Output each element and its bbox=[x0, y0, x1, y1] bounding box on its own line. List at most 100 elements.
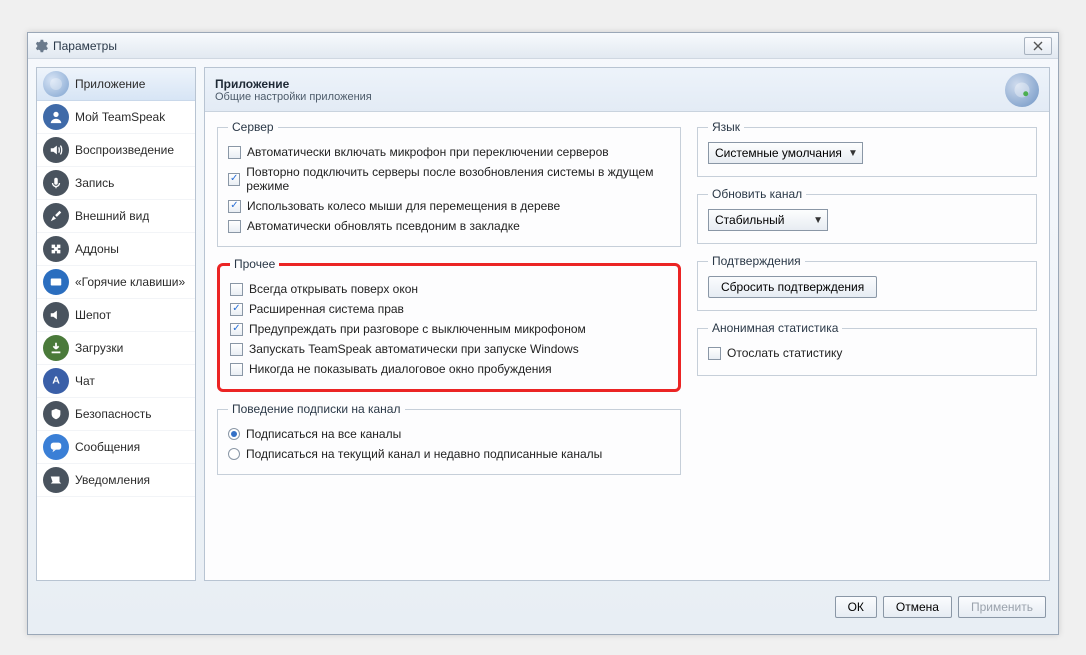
checkbox-label: Всегда открывать поверх окон bbox=[249, 282, 418, 296]
app-icon bbox=[43, 71, 69, 97]
bell-icon bbox=[43, 467, 69, 493]
settings-icon bbox=[34, 39, 48, 53]
close-button[interactable] bbox=[1024, 37, 1052, 55]
server-opt-1[interactable]: Повторно подключить серверы после возобн… bbox=[228, 162, 670, 196]
content-title: Приложение bbox=[215, 77, 1005, 91]
misc-opt-4[interactable]: Никогда не показывать диалоговое окно пр… bbox=[230, 359, 668, 379]
confirm-group-legend: Подтверждения bbox=[708, 254, 805, 268]
misc-opt-1[interactable]: Расширенная система прав bbox=[230, 299, 668, 319]
update-group: Обновить канал Стабильный ▼ bbox=[697, 187, 1037, 244]
whisper-icon bbox=[43, 302, 69, 328]
language-group: Язык Системные умолчания▼ bbox=[697, 120, 1037, 177]
sidebar-item-hotkeys[interactable]: «Горячие клавиши» bbox=[37, 266, 195, 299]
sidebar-item-record[interactable]: Запись bbox=[37, 167, 195, 200]
update-dropdown[interactable]: Стабильный ▼ bbox=[708, 209, 828, 231]
checkbox-label: Повторно подключить серверы после возобн… bbox=[246, 165, 670, 193]
shield-icon bbox=[43, 401, 69, 427]
checkbox[interactable] bbox=[230, 323, 243, 336]
radio[interactable] bbox=[228, 448, 240, 460]
mic-icon bbox=[43, 170, 69, 196]
checkbox[interactable] bbox=[228, 173, 240, 186]
content-header: Приложение Общие настройки приложения bbox=[205, 68, 1049, 112]
stats-opt[interactable]: Отослать статистику bbox=[708, 343, 1026, 363]
sidebar-item-whisper[interactable]: Шепот bbox=[37, 299, 195, 332]
window-title: Параметры bbox=[53, 39, 1024, 53]
puzzle-icon bbox=[43, 236, 69, 262]
sidebar-item-playback[interactable]: Воспроизведение bbox=[37, 134, 195, 167]
misc-group-legend: Прочее bbox=[230, 257, 279, 271]
confirm-group: Подтверждения Сбросить подтверждения bbox=[697, 254, 1037, 311]
reset-confirm-button[interactable]: Сбросить подтверждения bbox=[708, 276, 877, 298]
radio-label: Подписаться на текущий канал и недавно п… bbox=[246, 447, 602, 461]
checkbox-label: Отослать статистику bbox=[727, 346, 842, 360]
user-icon bbox=[43, 104, 69, 130]
language-dropdown[interactable]: Системные умолчания ▼ bbox=[708, 142, 863, 164]
checkbox-label: Автоматически включать микрофон при пере… bbox=[247, 145, 609, 159]
sidebar-item-label: Уведомления bbox=[75, 473, 150, 487]
sidebar-item-messages[interactable]: Сообщения bbox=[37, 431, 195, 464]
checkbox[interactable] bbox=[230, 343, 243, 356]
brush-icon bbox=[43, 203, 69, 229]
radio[interactable] bbox=[228, 428, 240, 440]
sidebar-item-label: Мой TeamSpeak bbox=[75, 110, 165, 124]
sidebar-item-app[interactable]: Приложение bbox=[37, 68, 195, 101]
checkbox[interactable] bbox=[228, 146, 241, 159]
checkbox[interactable] bbox=[230, 363, 243, 376]
server-opt-3[interactable]: Автоматически обновлять псевдоним в закл… bbox=[228, 216, 670, 236]
dropdown-value: Стабильный bbox=[715, 213, 785, 227]
misc-opt-2[interactable]: Предупреждать при разговоре с выключенны… bbox=[230, 319, 668, 339]
sidebar: Приложение Мой TeamSpeak Воспроизведение… bbox=[36, 67, 196, 581]
keyboard-icon bbox=[43, 269, 69, 295]
sidebar-item-label: Безопасность bbox=[75, 407, 152, 421]
checkbox[interactable] bbox=[708, 347, 721, 360]
apply-button[interactable]: Применить bbox=[958, 596, 1046, 618]
subscribe-opt-0[interactable]: Подписаться на все каналы bbox=[228, 424, 670, 444]
ok-button[interactable]: ОК bbox=[835, 596, 877, 618]
update-group-legend: Обновить канал bbox=[708, 187, 806, 201]
footer: ОК Отмена Применить bbox=[28, 589, 1058, 625]
sidebar-item-label: «Горячие клавиши» bbox=[75, 275, 185, 289]
sidebar-item-label: Аддоны bbox=[75, 242, 119, 256]
sidebar-item-label: Шепот bbox=[75, 308, 111, 322]
chevron-down-icon: ▼ bbox=[813, 215, 823, 226]
chevron-down-icon: ▼ bbox=[848, 148, 858, 159]
sidebar-item-addons[interactable]: Аддоны bbox=[37, 233, 195, 266]
subscribe-group-legend: Поведение подписки на канал bbox=[228, 402, 405, 416]
cancel-button[interactable]: Отмена bbox=[883, 596, 952, 618]
sidebar-item-appearance[interactable]: Внешний вид bbox=[37, 200, 195, 233]
checkbox-label: Автоматически обновлять псевдоним в закл… bbox=[247, 219, 520, 233]
checkbox[interactable] bbox=[230, 283, 243, 296]
content-pane: Приложение Общие настройки приложения Се… bbox=[204, 67, 1050, 581]
stats-group-legend: Анонимная статистика bbox=[708, 321, 842, 335]
server-opt-2[interactable]: Использовать колесо мыши для перемещения… bbox=[228, 196, 670, 216]
radio-label: Подписаться на все каналы bbox=[246, 427, 401, 441]
misc-opt-3[interactable]: Запускать TeamSpeak автоматически при за… bbox=[230, 339, 668, 359]
sidebar-item-label: Внешний вид bbox=[75, 209, 149, 223]
stats-group: Анонимная статистика Отослать статистику bbox=[697, 321, 1037, 376]
sidebar-item-notifications[interactable]: Уведомления bbox=[37, 464, 195, 497]
bubble-icon bbox=[43, 434, 69, 460]
server-group-legend: Сервер bbox=[228, 120, 278, 134]
checkbox[interactable] bbox=[230, 303, 243, 316]
misc-opt-0[interactable]: Всегда открывать поверх окон bbox=[230, 279, 668, 299]
checkbox[interactable] bbox=[228, 220, 241, 233]
app-logo-icon bbox=[1005, 73, 1039, 107]
subscribe-group: Поведение подписки на канал Подписаться … bbox=[217, 402, 681, 475]
sidebar-item-myts[interactable]: Мой TeamSpeak bbox=[37, 101, 195, 134]
sidebar-item-label: Загрузки bbox=[75, 341, 123, 355]
checkbox-label: Предупреждать при разговоре с выключенны… bbox=[249, 322, 586, 336]
subscribe-opt-1[interactable]: Подписаться на текущий канал и недавно п… bbox=[228, 444, 670, 464]
checkbox[interactable] bbox=[228, 200, 241, 213]
titlebar: Параметры bbox=[28, 33, 1058, 59]
sidebar-item-chat[interactable]: A Чат bbox=[37, 365, 195, 398]
sidebar-item-label: Чат bbox=[75, 374, 95, 388]
settings-window: Параметры Приложение Мой TeamSpeak Воспр… bbox=[27, 32, 1059, 635]
sidebar-item-downloads[interactable]: Загрузки bbox=[37, 332, 195, 365]
sidebar-item-label: Сообщения bbox=[75, 440, 140, 454]
server-opt-0[interactable]: Автоматически включать микрофон при пере… bbox=[228, 142, 670, 162]
dropdown-value: Системные умолчания bbox=[715, 146, 842, 160]
svg-text:A: A bbox=[52, 375, 60, 387]
sidebar-item-security[interactable]: Безопасность bbox=[37, 398, 195, 431]
server-group: Сервер Автоматически включать микрофон п… bbox=[217, 120, 681, 247]
sidebar-item-label: Приложение bbox=[75, 77, 145, 91]
